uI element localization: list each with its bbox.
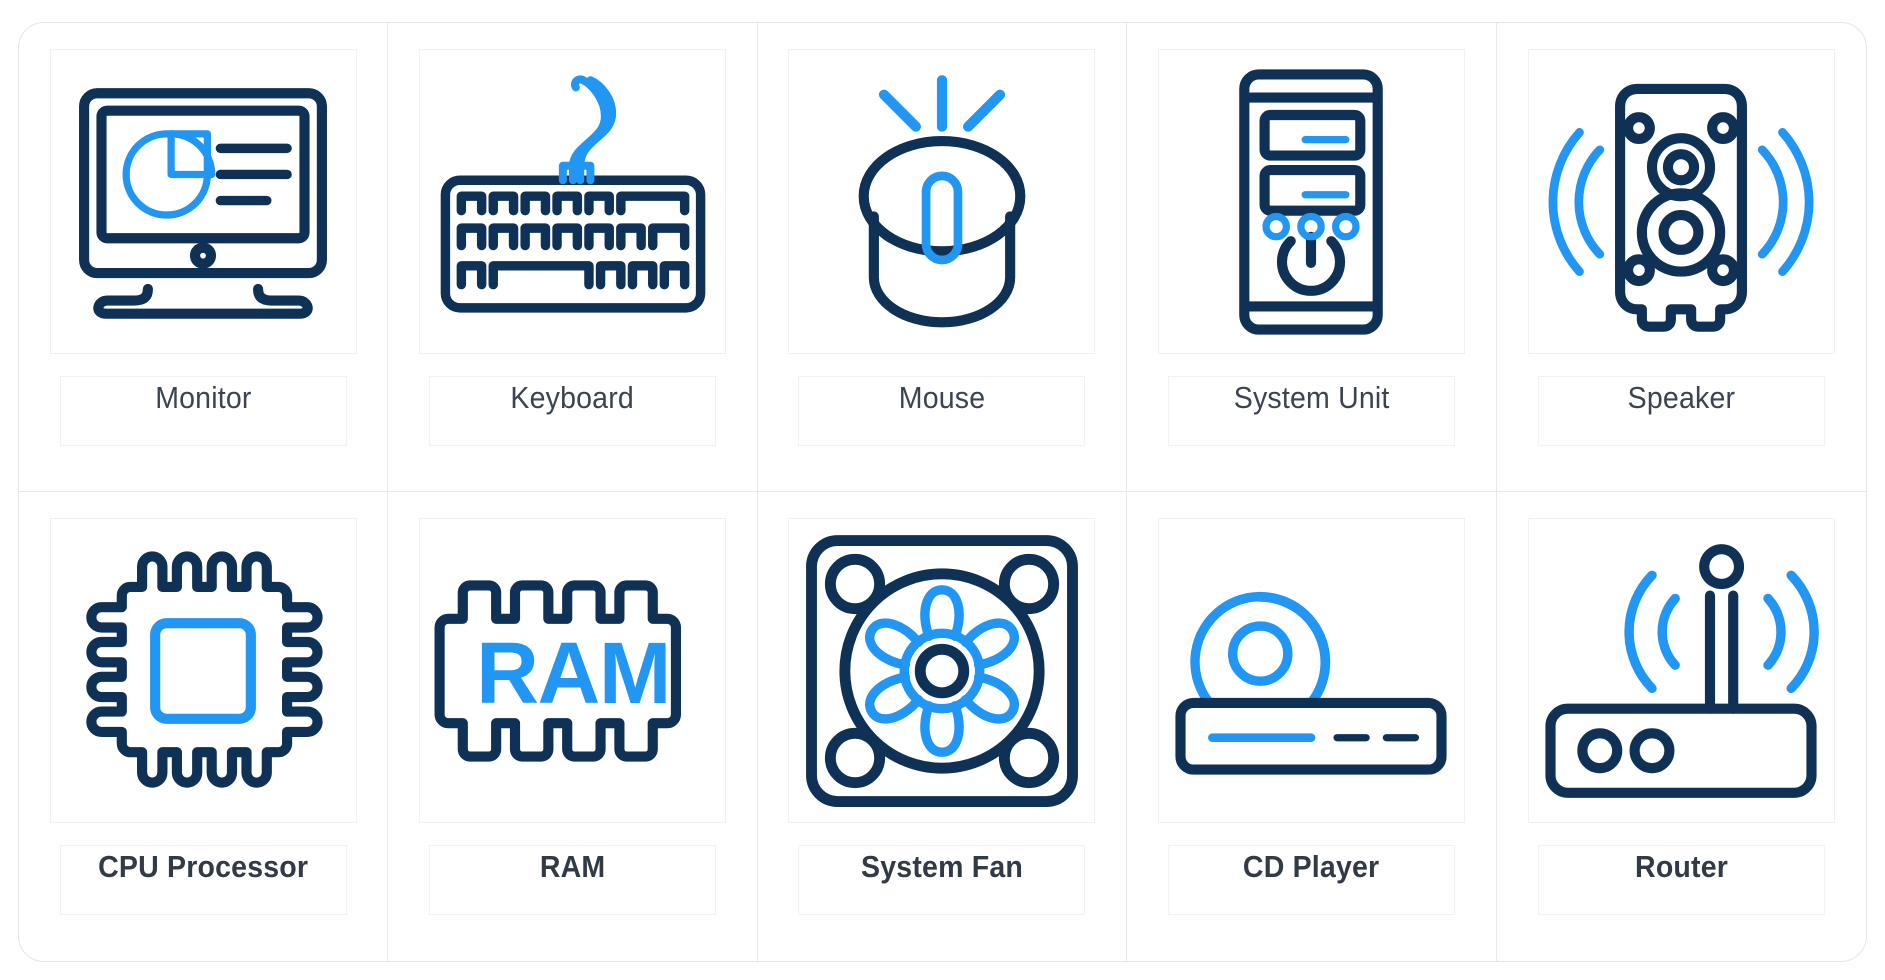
ram-icon: RAM [434, 579, 681, 762]
cd-player-icon [1175, 591, 1447, 775]
icon-cell-mouse[interactable]: Mouse [757, 23, 1128, 492]
system-unit-icon-box[interactable] [1157, 49, 1465, 354]
router-label-box: Router [1537, 845, 1825, 915]
monitor-label-box: Monitor [59, 376, 347, 446]
cd-player-icon-box[interactable] [1157, 518, 1465, 823]
ram-label: RAM [539, 849, 606, 884]
icon-cell-cpu-processor[interactable]: CPU Processor [19, 492, 389, 961]
cpu-processor-icon-box[interactable] [49, 518, 357, 823]
system-fan-label: System Fan [861, 849, 1023, 884]
icon-cell-system-unit[interactable]: System Unit [1127, 23, 1497, 492]
cpu-processor-label-box: CPU Processor [59, 845, 347, 915]
icon-cell-speaker[interactable]: Speaker [1496, 23, 1866, 492]
keyboard-label: Keyboard [510, 380, 635, 415]
cpu-processor-icon [86, 550, 323, 788]
mouse-icon [858, 74, 1026, 327]
keyboard-label-box: Keyboard [429, 376, 717, 446]
cd-player-label: CD Player [1243, 849, 1380, 884]
speaker-label: Speaker [1627, 380, 1736, 415]
keyboard-icon-box[interactable] [419, 49, 727, 354]
monitor-label: Monitor [154, 380, 252, 415]
ram-icon-text: RAM [476, 624, 670, 721]
speaker-label-box: Speaker [1537, 376, 1825, 446]
speaker-icon-box[interactable] [1527, 49, 1835, 354]
system-unit-label: System Unit [1233, 380, 1390, 415]
icon-cell-system-fan[interactable]: System Fan [758, 492, 1128, 961]
icon-set-frame: Monitor Keyboard Mouse System Unit Speak… [18, 22, 1867, 962]
monitor-icon [79, 87, 328, 319]
icon-sheet: Monitor Keyboard Mouse System Unit Speak… [0, 0, 1885, 980]
mouse-icon-box[interactable] [788, 49, 1096, 354]
system-fan-label-box: System Fan [798, 845, 1086, 915]
icon-cell-keyboard[interactable]: Keyboard [388, 23, 758, 492]
mouse-label: Mouse [898, 380, 986, 415]
mouse-label-box: Mouse [798, 376, 1086, 446]
monitor-icon-box[interactable] [49, 49, 357, 354]
router-label: Router [1634, 849, 1728, 884]
icon-cell-ram[interactable]: RAM RAM [388, 492, 758, 961]
ram-icon-box[interactable]: RAM [419, 518, 727, 823]
icon-cell-router[interactable]: Router [1497, 492, 1866, 961]
system-fan-icon [806, 534, 1078, 807]
system-fan-icon-box[interactable] [788, 518, 1096, 823]
ram-label-box: RAM [429, 845, 717, 915]
keyboard-icon [440, 75, 705, 313]
system-unit-icon [1239, 68, 1384, 335]
system-unit-label-box: System Unit [1167, 376, 1455, 446]
cd-player-label-box: CD Player [1167, 845, 1455, 915]
router-icon-box[interactable] [1527, 518, 1835, 823]
speaker-icon [1548, 83, 1814, 332]
router-icon [1545, 543, 1820, 798]
icon-cell-monitor[interactable]: Monitor [19, 23, 389, 492]
icon-cell-cd-player[interactable]: CD Player [1127, 492, 1497, 961]
cpu-processor-label: CPU Processor [98, 849, 309, 884]
icon-grid: Monitor Keyboard Mouse System Unit Speak… [19, 23, 1866, 961]
